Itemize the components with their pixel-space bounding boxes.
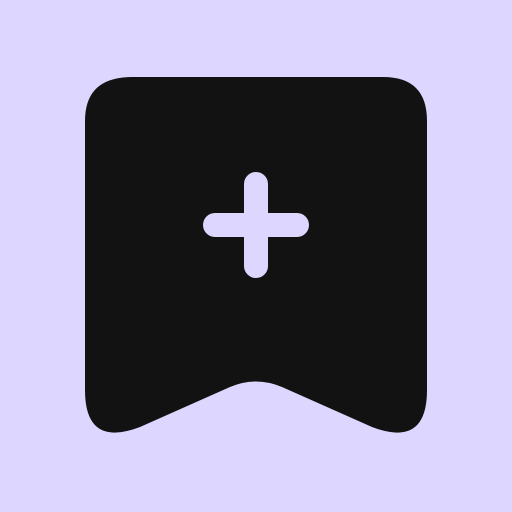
bookmark-add-icon[interactable]: [0, 0, 512, 512]
icon-canvas: [0, 0, 512, 512]
